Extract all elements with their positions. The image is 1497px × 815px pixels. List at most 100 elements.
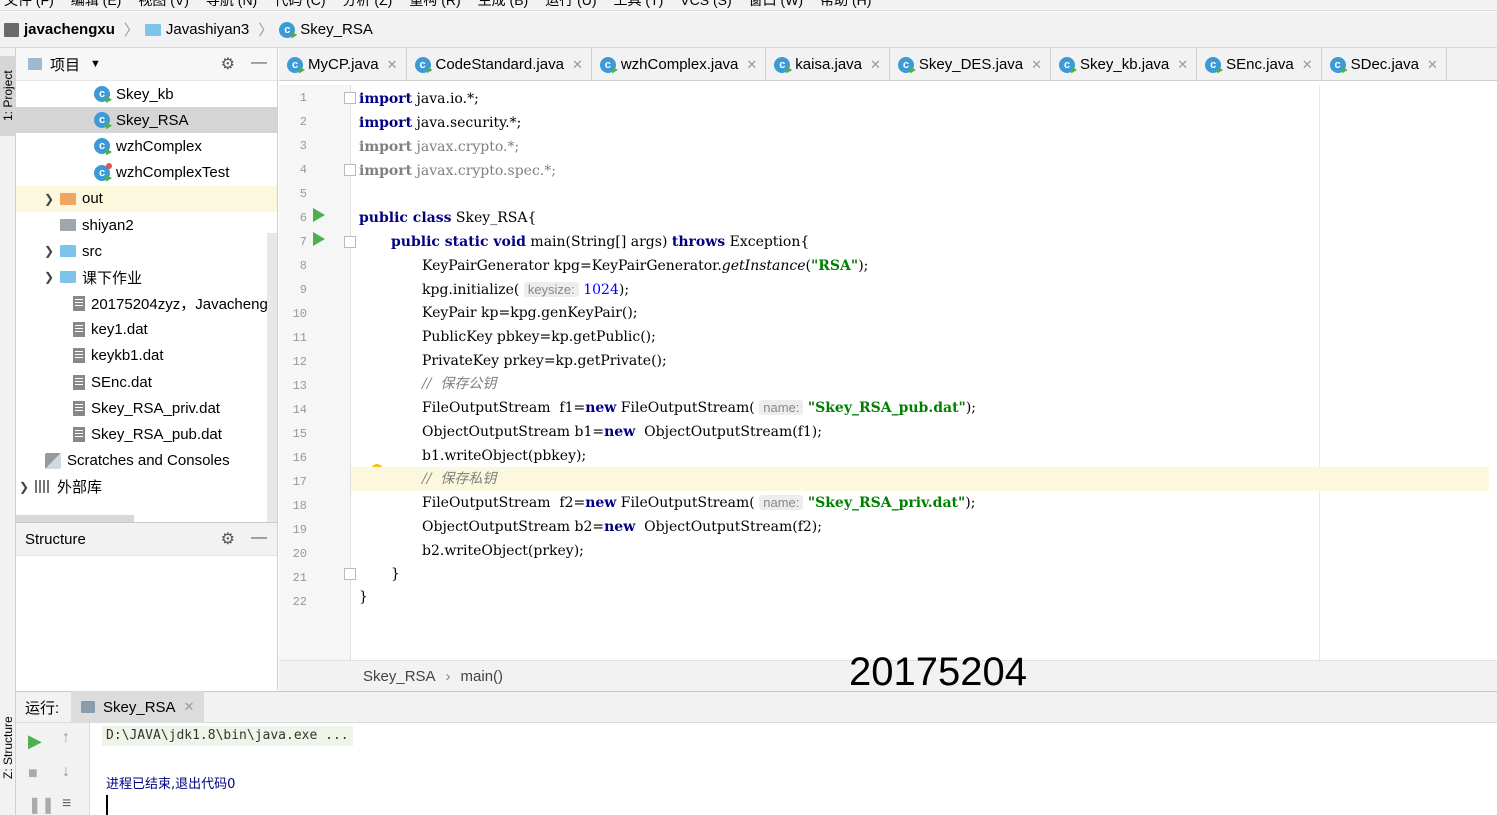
- gear-icon[interactable]: ⚙: [221, 529, 235, 549]
- menu-edit[interactable]: 编辑 (E): [67, 0, 135, 10]
- tree-item[interactable]: Skey_RSA_priv.dat: [16, 395, 277, 421]
- project-tool-tab[interactable]: 1: Project: [0, 56, 16, 136]
- console-command[interactable]: D:\JAVA\jdk1.8\bin\java.exe ...: [102, 726, 353, 746]
- code-text: javax.crypto.*;: [412, 139, 520, 155]
- minimize-icon[interactable]: —: [251, 529, 267, 549]
- arrow-up-icon[interactable]: ↑: [62, 729, 70, 747]
- run-tab-label: Skey_RSA: [103, 698, 176, 716]
- run-main-icon[interactable]: [313, 232, 325, 246]
- close-icon[interactable]: ✕: [1302, 57, 1313, 73]
- menu-file[interactable]: 文件 (F): [0, 0, 67, 10]
- nav-module[interactable]: Javashiyan3 〉: [144, 19, 273, 40]
- tree-item[interactable]: c Skey_kb: [16, 81, 277, 107]
- parameter-hint: name:: [759, 495, 804, 510]
- editor-tab[interactable]: c wzhComplex.java ✕: [592, 48, 767, 80]
- close-icon[interactable]: ✕: [870, 57, 881, 73]
- close-icon[interactable]: ✕: [387, 57, 398, 73]
- tab-label: SDec.java: [1350, 56, 1419, 73]
- fold-icon[interactable]: [344, 568, 356, 580]
- rerun-icon[interactable]: ▶: [28, 731, 42, 752]
- java-class-icon: c: [599, 56, 616, 73]
- menu-run[interactable]: 运行 (U): [541, 0, 609, 10]
- editor-tab[interactable]: c SEnc.java ✕: [1197, 48, 1322, 80]
- minimize-icon[interactable]: —: [251, 54, 267, 74]
- gear-icon[interactable]: ⚙: [221, 54, 235, 74]
- tree-item-selected[interactable]: c Skey_RSA: [16, 107, 277, 134]
- breadcrumb-class[interactable]: Skey_RSA: [363, 668, 436, 685]
- tree-item[interactable]: ❯ 课下作业: [16, 264, 277, 290]
- horizontal-scrollbar[interactable]: [16, 515, 134, 522]
- code-line: public class Skey_RSA{: [359, 206, 536, 230]
- tree-item[interactable]: ❯ src: [16, 238, 277, 264]
- chevron-right-icon[interactable]: ❯: [16, 480, 32, 494]
- soft-wrap-icon[interactable]: ≡: [62, 795, 71, 813]
- fold-icon[interactable]: [344, 92, 356, 104]
- tree-item[interactable]: ❯ 外部库: [16, 474, 277, 500]
- run-tab[interactable]: Skey_RSA ✕: [71, 691, 205, 723]
- structure-tool-tab[interactable]: Z: Structure: [0, 703, 16, 793]
- menu-window[interactable]: 窗口 (W): [745, 0, 816, 10]
- chevron-right-icon[interactable]: ❯: [41, 192, 57, 206]
- keyword: import: [359, 139, 413, 155]
- editor-tab[interactable]: c Skey_DES.java ✕: [890, 48, 1052, 80]
- menu-refactor[interactable]: 重构 (R): [405, 0, 473, 10]
- editor-tab[interactable]: c kaisa.java ✕: [766, 48, 890, 80]
- vertical-scrollbar[interactable]: [267, 233, 277, 522]
- chevron-right-icon[interactable]: ❯: [41, 270, 57, 284]
- project-pane: 项目 ▼ ⚙ — c Skey_kb c Skey_RSA c wzhCompl…: [16, 48, 278, 522]
- tree-item[interactable]: keykb1.dat: [16, 343, 277, 369]
- project-pane-title[interactable]: 项目: [50, 54, 80, 75]
- tab-label: wzhComplex.java: [620, 56, 739, 73]
- close-icon[interactable]: ✕: [1427, 57, 1438, 73]
- tree-item[interactable]: SEnc.dat: [16, 369, 277, 395]
- code-text: Exception{: [725, 234, 810, 250]
- arrow-down-icon[interactable]: ↓: [62, 763, 70, 781]
- editor-tab[interactable]: c Skey_kb.java ✕: [1051, 48, 1198, 80]
- run-class-icon[interactable]: [313, 208, 325, 222]
- chevron-down-icon[interactable]: ▼: [90, 58, 101, 70]
- pause-icon[interactable]: ❚❚: [28, 795, 55, 815]
- line-number: 3: [299, 139, 307, 153]
- menu-help[interactable]: 帮助 (H): [816, 0, 884, 10]
- file-icon: [73, 348, 85, 364]
- editor-tab[interactable]: c MyCP.java ✕: [279, 48, 407, 80]
- menu-analyze[interactable]: 分析 (Z): [339, 0, 406, 10]
- fold-icon[interactable]: [344, 164, 356, 176]
- code-editor[interactable]: 1 2 3 4 5 6 7 8 9 10 11 12 13 14 15 16 1…: [279, 85, 1497, 660]
- menu-vcs[interactable]: VCS (S): [676, 0, 744, 10]
- tree-item[interactable]: Skey_RSA_pub.dat: [16, 421, 277, 447]
- tree-item[interactable]: 20175204zyz，Javachengxu: [16, 291, 277, 317]
- tree-item[interactable]: key1.dat: [16, 317, 277, 343]
- tree-item[interactable]: shiyan2: [16, 212, 277, 238]
- close-icon[interactable]: ✕: [1177, 57, 1188, 73]
- close-icon[interactable]: ✕: [184, 699, 195, 715]
- line-number: 10: [292, 307, 307, 321]
- line-number: 2: [299, 115, 307, 129]
- fold-icon[interactable]: [344, 236, 356, 248]
- run-console[interactable]: D:\JAVA\jdk1.8\bin\java.exe ... 进程已结束,退出…: [90, 723, 1497, 815]
- editor-tab[interactable]: c CodeStandard.java ✕: [407, 48, 592, 80]
- close-icon[interactable]: ✕: [572, 57, 583, 73]
- tree-item[interactable]: c wzhComplexTest: [16, 160, 277, 186]
- tree-item[interactable]: Scratches and Consoles: [16, 448, 277, 474]
- code-comment: // 保存公钥: [422, 376, 497, 392]
- menu-view[interactable]: 视图 (V): [134, 0, 202, 10]
- menu-tools[interactable]: 工具 (T): [610, 0, 677, 10]
- nav-project[interactable]: javachengxu 〉: [4, 19, 139, 40]
- close-icon[interactable]: ✕: [1031, 57, 1042, 73]
- editor-tab[interactable]: c SDec.java ✕: [1322, 48, 1447, 80]
- folder-icon: [60, 219, 76, 232]
- menu-code[interactable]: 代码 (C): [270, 0, 338, 10]
- code-text: KeyPairGenerator kpg=KeyPairGenerator.: [422, 258, 722, 274]
- breadcrumb-method[interactable]: main(): [461, 668, 504, 685]
- nav-file[interactable]: c Skey_RSA: [279, 21, 373, 38]
- close-icon[interactable]: ✕: [746, 57, 757, 73]
- chevron-right-icon[interactable]: ❯: [41, 244, 57, 258]
- stop-icon[interactable]: ■: [28, 765, 38, 783]
- tree-item[interactable]: c wzhComplex: [16, 133, 277, 159]
- menu-build[interactable]: 生成 (B): [474, 0, 542, 10]
- tree-item-label: wzhComplexTest: [116, 164, 230, 182]
- menu-navigate[interactable]: 导航 (N): [202, 0, 270, 10]
- tree-item-label: Skey_RSA_priv.dat: [91, 399, 220, 417]
- tree-item[interactable]: ❯ out: [16, 185, 277, 212]
